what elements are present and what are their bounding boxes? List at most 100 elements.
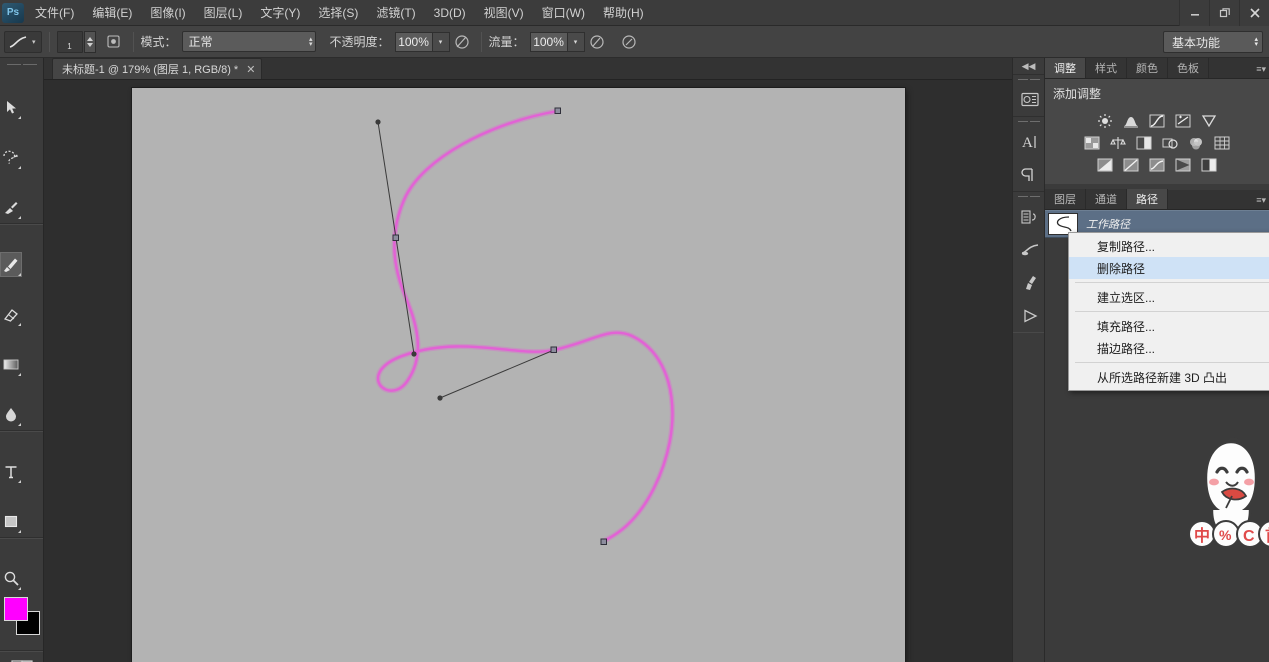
history-brush-tool[interactable] [0, 327, 22, 352]
color-lookup-icon[interactable] [1213, 135, 1231, 151]
crop-tool[interactable] [0, 170, 22, 195]
workspace-selector[interactable]: 基本功能 ▴ ▾ [1163, 31, 1263, 53]
tab-styles[interactable]: 样式 [1086, 58, 1127, 78]
gradient-tool[interactable] [0, 352, 22, 377]
character-panel-icon[interactable]: A [1013, 125, 1046, 158]
ctx-stroke-path[interactable]: 描边路径... [1069, 337, 1269, 359]
tools-panel-grip[interactable] [0, 58, 43, 70]
paragraph-panel-icon[interactable] [1013, 158, 1046, 191]
hand-tool[interactable] [0, 541, 22, 566]
opacity-field[interactable]: 100% ▾ [394, 31, 450, 52]
flow-slider-arrow-icon[interactable]: ▾ [567, 31, 585, 52]
lasso-tool[interactable] [0, 145, 22, 170]
pen-tool[interactable] [0, 434, 22, 459]
brush-size-preview[interactable]: 1 [56, 30, 83, 53]
exposure-icon[interactable] [1174, 113, 1192, 129]
ctx-make-selection[interactable]: 建立选区... [1069, 286, 1269, 308]
close-button[interactable] [1239, 0, 1269, 26]
active-tool-preset-picker[interactable]: ▾ [4, 30, 42, 53]
brightness-contrast-icon[interactable] [1096, 113, 1114, 129]
tool-presets-icon[interactable] [1013, 266, 1046, 299]
channel-mixer-icon[interactable] [1187, 135, 1205, 151]
posterize-icon[interactable] [1122, 157, 1140, 173]
document-tab[interactable]: 未标题-1 @ 179% (图层 1, RGB/8) * ✕ [52, 58, 263, 79]
eraser-tool[interactable] [0, 302, 22, 327]
flow-value[interactable]: 100% [529, 31, 568, 52]
airbrush-toggle-icon[interactable] [102, 30, 126, 54]
menu-layer[interactable]: 图层(L) [195, 2, 252, 24]
dock-group-3-grip[interactable] [1013, 193, 1044, 200]
dodge-tool[interactable] [0, 377, 22, 402]
mini-bridge-icon[interactable] [1013, 83, 1046, 116]
tab-adjustments[interactable]: 调整 [1045, 58, 1086, 78]
color-swatches[interactable] [0, 595, 44, 647]
healing-tool[interactable] [0, 227, 22, 252]
blend-mode-select[interactable]: 正常 ▴ ▾ [181, 31, 316, 52]
close-icon[interactable]: ✕ [246, 63, 255, 76]
chevron-down-icon[interactable]: ▾ [32, 38, 36, 46]
menu-view[interactable]: 视图(V) [475, 2, 533, 24]
canvas-area[interactable] [44, 80, 1012, 662]
actions-play-icon[interactable] [1013, 299, 1046, 332]
path-selection-tool[interactable] [0, 484, 22, 509]
brush-tool[interactable] [0, 252, 22, 277]
ctx-delete-path[interactable]: 删除路径 [1069, 257, 1269, 279]
tablet-pressure-size-icon[interactable] [617, 30, 641, 54]
menu-3d[interactable]: 3D(D) [425, 2, 475, 24]
brush-size-stepper[interactable] [83, 30, 96, 53]
ctx-fill-path[interactable]: 填充路径... [1069, 315, 1269, 337]
properties-panel-icon[interactable] [1013, 200, 1046, 233]
restore-button[interactable] [1209, 0, 1239, 26]
levels-icon[interactable] [1122, 113, 1140, 129]
zoom-tool[interactable] [0, 566, 22, 591]
menu-edit[interactable]: 编辑(E) [83, 2, 141, 24]
selective-color-icon[interactable] [1200, 157, 1218, 173]
opacity-pressure-icon[interactable] [450, 30, 474, 54]
type-tool[interactable] [0, 459, 22, 484]
paths-panel-menu-icon[interactable]: ≡▾ [1256, 195, 1266, 206]
tab-layers[interactable]: 图层 [1045, 189, 1086, 209]
photo-filter-icon[interactable] [1161, 135, 1179, 151]
menu-image[interactable]: 图像(I) [141, 2, 194, 24]
tab-swatches[interactable]: 色板 [1168, 58, 1209, 78]
panel-menu-icon[interactable]: ≡▾ [1256, 64, 1266, 75]
menu-select[interactable]: 选择(S) [309, 2, 367, 24]
minimize-button[interactable] [1179, 0, 1209, 26]
dock-group-2-grip[interactable] [1013, 118, 1044, 125]
quick-mask-icon[interactable] [0, 654, 44, 662]
shape-tool[interactable] [0, 509, 22, 534]
opacity-slider-arrow-icon[interactable]: ▾ [432, 31, 450, 52]
dock-group-1-grip[interactable] [1013, 76, 1044, 83]
invert-icon[interactable] [1096, 157, 1114, 173]
eyedropper-tool[interactable] [0, 195, 22, 220]
brush-presets-icon[interactable] [1013, 233, 1046, 266]
menu-help[interactable]: 帮助(H) [594, 2, 653, 24]
marquee-tool[interactable] [0, 120, 22, 145]
gradient-map-icon[interactable] [1174, 157, 1192, 173]
tab-channels[interactable]: 通道 [1086, 189, 1127, 209]
double-chevron-left-icon[interactable]: ◀◀ [1013, 58, 1044, 74]
curves-icon[interactable] [1148, 113, 1166, 129]
airbrush-icon[interactable] [585, 30, 609, 54]
tab-color[interactable]: 颜色 [1127, 58, 1168, 78]
menu-window[interactable]: 窗口(W) [533, 2, 594, 24]
vibrance-icon[interactable] [1200, 113, 1218, 129]
hue-saturation-icon[interactable] [1083, 135, 1101, 151]
ctx-new-3d-extrusion[interactable]: 从所选路径新建 3D 凸出 [1069, 366, 1269, 388]
ctx-duplicate-path[interactable]: 复制路径... [1069, 235, 1269, 257]
artboard[interactable] [132, 88, 905, 662]
partial-tool-column[interactable] [0, 70, 22, 95]
menu-filter[interactable]: 滤镜(T) [367, 2, 424, 24]
menu-type[interactable]: 文字(Y) [251, 2, 309, 24]
flow-field[interactable]: 100% ▾ [529, 31, 585, 52]
foreground-color-swatch[interactable] [4, 597, 28, 621]
tab-paths[interactable]: 路径 [1127, 189, 1168, 209]
menu-file[interactable]: 文件(F) [26, 2, 83, 24]
clone-stamp-tool[interactable] [0, 277, 22, 302]
opacity-value[interactable]: 100% [394, 31, 433, 52]
blur-tool[interactable] [0, 402, 22, 427]
threshold-icon[interactable] [1148, 157, 1166, 173]
move-tool[interactable] [0, 95, 22, 120]
black-white-icon[interactable] [1135, 135, 1153, 151]
color-balance-icon[interactable] [1109, 135, 1127, 151]
